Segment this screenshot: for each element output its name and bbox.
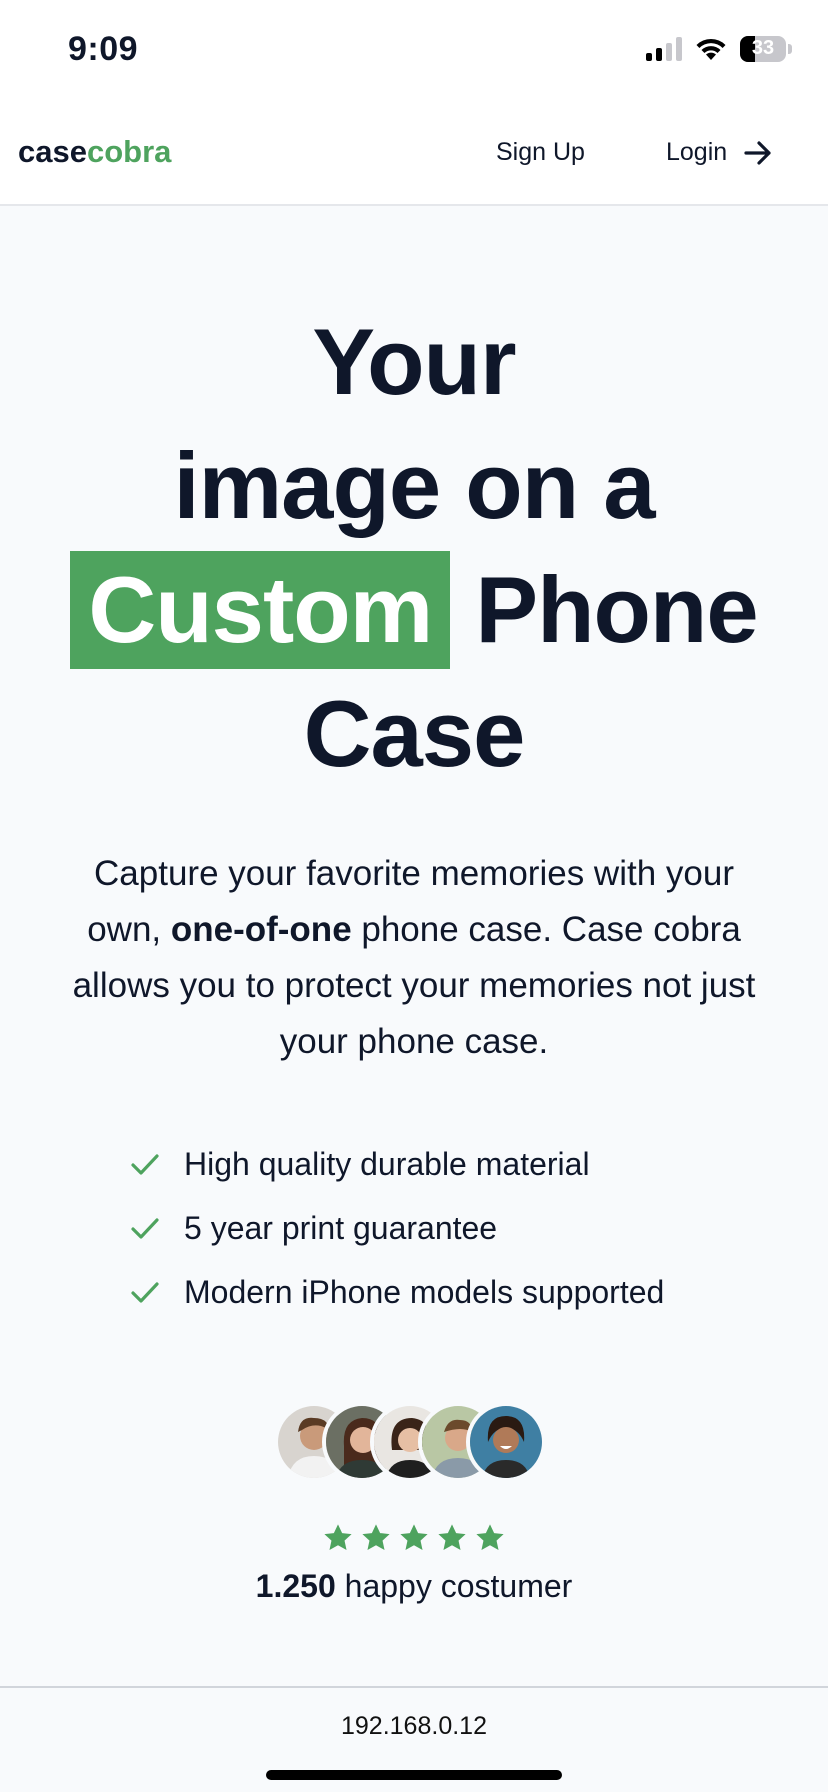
feature-item: Modern iPhone models supported — [128, 1260, 664, 1324]
star-icon — [438, 1524, 466, 1550]
logo[interactable]: casecobra — [18, 134, 171, 170]
hero-highlight-custom: Custom — [70, 551, 451, 669]
star-icon — [324, 1524, 352, 1550]
customer-label: happy costumer — [335, 1568, 573, 1604]
star-icon — [362, 1524, 390, 1550]
customer-avatars — [274, 1402, 546, 1482]
browser-address-bar[interactable]: 192.168.0.12 — [0, 1686, 828, 1792]
signup-link[interactable]: Sign Up — [496, 138, 585, 167]
hero-heading-line1: Your — [312, 309, 516, 414]
feature-list: High quality durable material 5 year pri… — [128, 1132, 664, 1324]
feature-label: Modern iPhone models supported — [184, 1273, 665, 1310]
logo-text-case: case — [18, 134, 87, 169]
status-icons: 33 — [646, 34, 792, 64]
star-icon — [476, 1524, 504, 1550]
battery-percent: 33 — [751, 37, 775, 59]
star-icon — [400, 1524, 428, 1550]
feature-item: 5 year print guarantee — [128, 1196, 664, 1260]
logo-text-cobra: cobra — [86, 134, 172, 169]
feature-item: High quality durable material — [128, 1132, 664, 1196]
hero-heading-line4: Case — [303, 681, 526, 786]
happy-customers-text: 1.250 happy costumer — [0, 1568, 828, 1605]
check-icon — [131, 1282, 159, 1303]
wifi-icon — [696, 38, 726, 60]
status-time: 9:09 — [68, 30, 139, 68]
battery-icon: 33 — [740, 36, 792, 62]
login-link[interactable]: Login — [666, 138, 773, 167]
navbar: casecobra Sign Up Login — [0, 100, 828, 206]
hero-heading-line2: image on a — [173, 433, 655, 538]
feature-label: 5 year print guarantee — [184, 1209, 498, 1246]
hero-description: Capture your favorite memories with your… — [60, 846, 768, 1070]
login-label: Login — [666, 138, 728, 166]
hero-heading-line3: Custom Phone — [0, 548, 828, 672]
customer-count: 1.250 — [255, 1568, 336, 1604]
check-icon — [131, 1154, 159, 1175]
avatar — [466, 1402, 546, 1482]
rating-stars — [322, 1522, 506, 1554]
home-indicator[interactable] — [266, 1770, 562, 1780]
status-bar: 9:09 33 — [0, 0, 828, 100]
address-url[interactable]: 192.168.0.12 — [0, 1712, 828, 1741]
feature-label: High quality durable material — [184, 1145, 590, 1182]
cellular-signal-icon — [646, 37, 682, 61]
hero-heading-phone: Phone — [450, 557, 758, 662]
check-icon — [131, 1218, 159, 1239]
hero-heading: Your image on a Custom Phone Case — [0, 300, 828, 796]
hero-desc-bold: one-of-one — [170, 910, 352, 949]
arrow-right-icon — [744, 140, 771, 165]
